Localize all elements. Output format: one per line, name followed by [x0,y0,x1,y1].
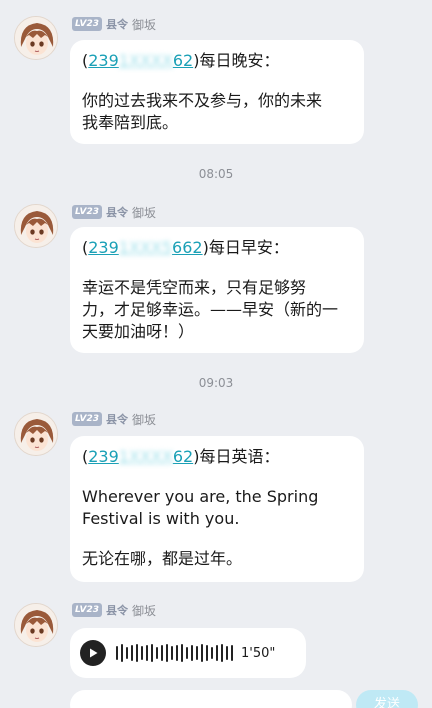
message-bubble[interactable]: (2391XXX5662)每日早安： 幸运不是凭空而来，只有足够努 力，才足够幸… [70,227,364,353]
timestamp: 09:03 [198,376,234,390]
voice-message-bubble[interactable]: 1'50" [70,628,306,678]
title-badge: 县令 [106,413,128,426]
voice-duration: 1'50" [241,645,276,661]
message-bubble[interactable]: (2391XXXX62)每日英语： Wherever you are, the … [70,436,364,582]
title-badge: 县令 [106,206,128,219]
message-heading-line: (2391XXX5662)每日早安： [82,237,352,259]
message-input[interactable] [70,690,352,708]
avatar-icon [15,17,57,59]
qq-number-start: 239 [88,51,119,70]
message-heading-line: (2391XXXX62)每日英语： [82,446,352,468]
avatar-icon [15,413,57,455]
level-badge: LV23 [72,17,102,31]
message-heading: 每日英语： [199,447,280,466]
sender-name[interactable]: 御坂 [132,204,156,221]
qq-number-blurred: 1XXXX [118,51,173,70]
message-body-line: 你的过去我来不及参与，你的未来 [82,91,323,110]
sender-name[interactable]: 御坂 [132,602,156,619]
play-icon [90,648,98,658]
sender-meta: LV23 县令 御坂 [72,16,156,32]
avatar[interactable] [14,412,58,456]
qq-number-end: 662 [172,238,203,257]
sender-meta: LV23 县令 御坂 [72,411,156,427]
avatar-icon [15,205,57,247]
avatar[interactable] [14,603,58,647]
message-translation: 无论在哪，都是过年。 [82,549,243,568]
message-body-line: Festival is with you. [82,509,240,528]
send-button[interactable]: 发送 [356,690,418,708]
timestamp: 08:05 [198,167,234,181]
title-badge: 县令 [106,604,128,617]
sender-name[interactable]: 御坂 [132,16,156,33]
sender-meta: LV23 县令 御坂 [72,204,156,220]
message-body-line: 天要加油呀！） [82,322,195,341]
level-badge: LV23 [72,603,102,617]
message-body-line: 力，才足够幸运。——早安（新的一 [82,300,339,319]
qq-link[interactable]: 2391XXX5662 [88,238,202,257]
level-badge: LV23 [72,205,102,219]
avatar-icon [15,604,57,646]
level-badge: LV23 [72,412,102,426]
qq-number-end: 62 [172,447,194,466]
play-button[interactable] [80,640,106,666]
avatar[interactable] [14,16,58,60]
message-body-line: Wherever you are, the Spring [82,487,319,506]
message-heading: 每日晚安： [199,51,280,70]
message-heading: 每日早安： [208,238,289,257]
message-body-line: 我奉陪到底。 [82,113,179,132]
message-bubble[interactable]: (2391XXXX62)每日晚安： 你的过去我来不及参与，你的未来 我奉陪到底。 [70,40,364,144]
sender-meta: LV23 县令 御坂 [72,602,156,618]
avatar[interactable] [14,204,58,248]
message-heading-line: (2391XXXX62)每日晚安： [82,50,352,72]
qq-number-blurred: 1XXXX [118,447,173,466]
qq-number-end: 62 [172,51,194,70]
sender-name[interactable]: 御坂 [132,411,156,428]
qq-number-blurred: 1XXX5 [118,238,173,257]
title-badge: 县令 [106,18,128,31]
message-body-line: 幸运不是凭空而来，只有足够努 [82,278,307,297]
waveform-icon [116,641,233,665]
qq-link[interactable]: 2391XXXX62 [88,447,193,466]
qq-number-start: 239 [88,238,119,257]
qq-number-start: 239 [88,447,119,466]
qq-link[interactable]: 2391XXXX62 [88,51,193,70]
